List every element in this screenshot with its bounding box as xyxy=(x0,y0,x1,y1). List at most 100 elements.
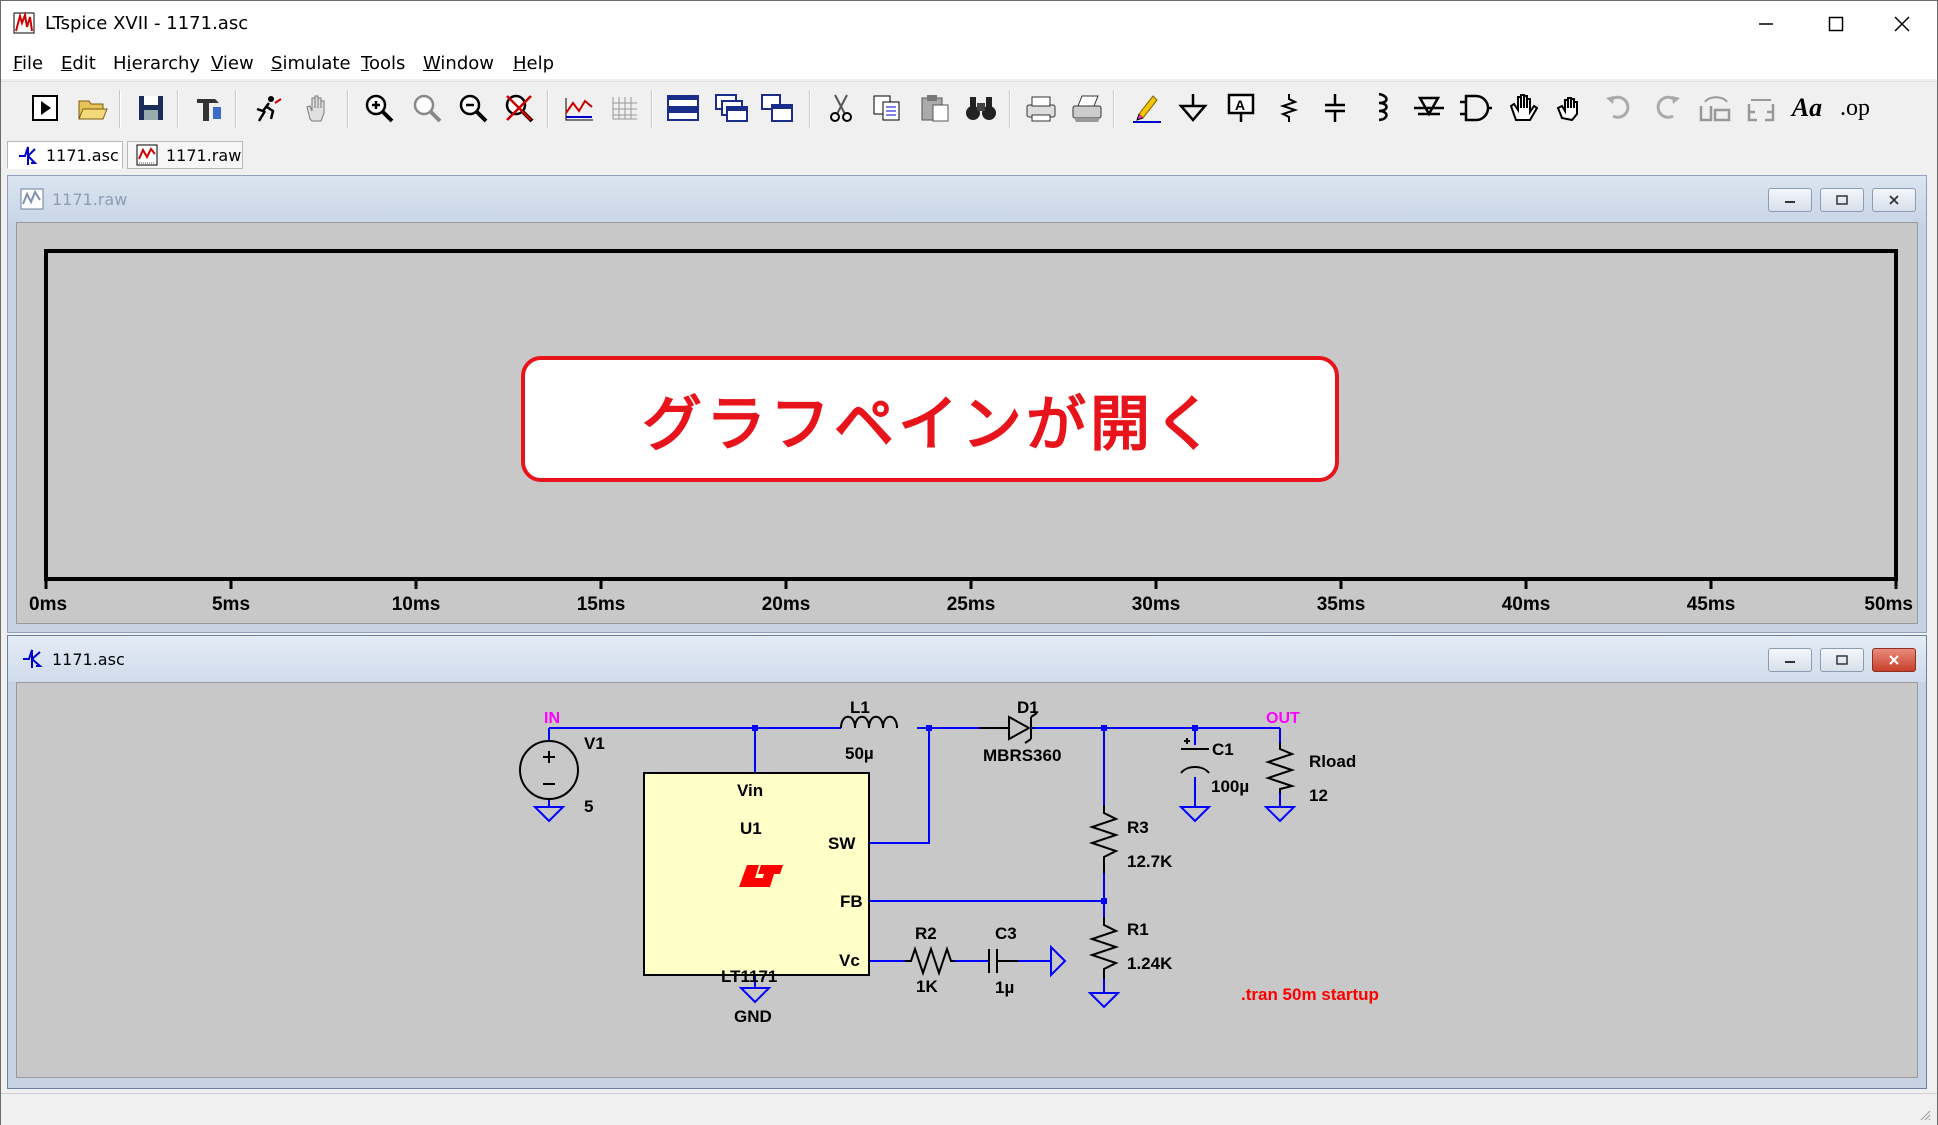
tile-horizontal-button[interactable] xyxy=(665,90,701,126)
mirror-icon xyxy=(1747,99,1775,122)
print-preview-icon xyxy=(1026,96,1056,122)
schematic-window-icon xyxy=(23,649,43,668)
callout-annotation: グラフペインが開く xyxy=(521,356,1339,482)
zoom-area-icon xyxy=(413,94,442,123)
drag-button[interactable] xyxy=(1553,90,1589,126)
l1-value: 50µ xyxy=(845,744,874,763)
diode-button[interactable] xyxy=(1411,90,1447,126)
component-button[interactable] xyxy=(1457,90,1493,126)
tab-waveform[interactable]: 1171.raw xyxy=(127,141,243,169)
waveform-window-title: 1171.raw xyxy=(52,190,128,209)
maximize-icon xyxy=(1828,16,1844,32)
halt-button[interactable] xyxy=(249,90,285,126)
save-icon xyxy=(139,96,163,120)
rload-label: Rload xyxy=(1309,752,1356,771)
x-tick-label: 35ms xyxy=(1317,594,1366,615)
resize-grip-icon[interactable] xyxy=(1919,1109,1931,1121)
find-button[interactable] xyxy=(963,90,999,126)
menu-hierarchy[interactable]: Hierarchy xyxy=(113,53,200,74)
control-panel-button[interactable] xyxy=(191,90,227,126)
tab-schematic[interactable]: 1171.asc xyxy=(7,141,123,169)
text-button[interactable]: Aa xyxy=(1789,90,1825,126)
move-button[interactable] xyxy=(1505,90,1541,126)
paste-button[interactable] xyxy=(917,90,953,126)
save-button[interactable] xyxy=(133,90,169,126)
minimize-button[interactable] xyxy=(1731,1,1801,47)
resistor-button[interactable] xyxy=(1271,90,1307,126)
zoom-in-button[interactable] xyxy=(361,90,397,126)
u1-pin-vc: Vc xyxy=(839,951,860,970)
text-icon: Aa xyxy=(1791,93,1823,122)
u1-pin-gnd: GND xyxy=(734,1007,772,1026)
menu-view[interactable]: View xyxy=(211,53,254,74)
label-net-button[interactable]: A xyxy=(1223,90,1259,126)
u1-pin-fb: FB xyxy=(840,892,863,911)
waveform-close-button[interactable] xyxy=(1872,188,1916,212)
r3-label: R3 xyxy=(1127,818,1149,837)
spice-directive[interactable]: .tran 50m startup xyxy=(1241,985,1379,1004)
menu-simulate[interactable]: Simulate xyxy=(271,53,351,74)
inductor-icon xyxy=(1378,92,1388,122)
menu-file[interactable]: File xyxy=(13,53,43,74)
paste-icon xyxy=(921,95,949,122)
ground-button[interactable] xyxy=(1175,90,1211,126)
schematic-close-button[interactable] xyxy=(1872,648,1916,672)
schematic-window-title: 1171.asc xyxy=(52,650,125,669)
undo-button[interactable] xyxy=(1601,90,1637,126)
print-preview-button[interactable] xyxy=(1023,90,1059,126)
rload-value: 12 xyxy=(1309,786,1328,805)
schematic-minimize-button[interactable] xyxy=(1768,648,1812,672)
schematic-canvas[interactable]: IN OUT V1 5 L1 50µ D1 MBRS360 C1 100µ Rl… xyxy=(16,682,1918,1078)
menu-tools[interactable]: Tools xyxy=(361,53,405,74)
tile-vertical-button[interactable] xyxy=(759,90,795,126)
zoom-fit-button[interactable] xyxy=(501,90,537,126)
schematic-window: 1171.asc IN OUT V1 5 L1 50µ D1 MBRS360 C… xyxy=(7,635,1927,1089)
window-title: LTspice XVII - 1171.asc xyxy=(45,13,249,34)
zoom-area-button[interactable] xyxy=(409,90,445,126)
open-button[interactable] xyxy=(75,90,111,126)
capacitor-button[interactable] xyxy=(1317,90,1353,126)
x-tick-label: 30ms xyxy=(1132,594,1181,615)
autorange-button[interactable] xyxy=(561,90,597,126)
minimize-icon xyxy=(1759,23,1773,25)
zoom-out-button[interactable] xyxy=(455,90,491,126)
menu-help[interactable]: Help xyxy=(513,53,554,74)
run-button[interactable] xyxy=(27,90,63,126)
restore-icon xyxy=(1836,655,1848,665)
maximize-button[interactable] xyxy=(1801,1,1871,47)
menu-window[interactable]: Window xyxy=(423,53,494,74)
l1-label: L1 xyxy=(850,698,870,717)
c3-value: 1µ xyxy=(995,978,1014,997)
component-icon xyxy=(1460,94,1492,122)
rload-resistor xyxy=(1264,743,1296,793)
x-tick-label: 15ms xyxy=(577,594,626,615)
pan-button[interactable] xyxy=(299,90,335,126)
menu-edit[interactable]: Edit xyxy=(61,53,96,74)
inductor-button[interactable] xyxy=(1363,90,1399,126)
draw-wire-button[interactable] xyxy=(1129,90,1165,126)
ltspice-window: LTspice XVII - 1171.asc File Edit Hierar… xyxy=(0,0,1938,1125)
minimize-icon xyxy=(1785,201,1795,203)
print-button[interactable] xyxy=(1069,90,1105,126)
x-tick-label: 25ms xyxy=(947,594,996,615)
svg-text:A: A xyxy=(1235,97,1245,113)
net-label-out: OUT xyxy=(1266,710,1300,727)
schematic-restore-button[interactable] xyxy=(1820,648,1864,672)
pan-icon xyxy=(306,95,325,122)
copy-button[interactable] xyxy=(869,90,905,126)
waveform-minimize-button[interactable] xyxy=(1768,188,1812,212)
rotate-button[interactable] xyxy=(1697,90,1733,126)
net-label-in: IN xyxy=(544,710,560,727)
grid-button[interactable] xyxy=(607,90,643,126)
tab-strip: 1171.asc 1171.raw xyxy=(1,138,1937,172)
waveform-window-header: 1171.raw xyxy=(8,176,1926,222)
spice-directive-button[interactable]: .op xyxy=(1837,90,1873,126)
cut-button[interactable] xyxy=(823,90,859,126)
close-button[interactable] xyxy=(1867,1,1937,47)
x-tick-label: 20ms xyxy=(762,594,811,615)
r2-value: 1K xyxy=(916,977,938,996)
mirror-button[interactable] xyxy=(1743,90,1779,126)
redo-button[interactable] xyxy=(1649,90,1685,126)
waveform-restore-button[interactable] xyxy=(1820,188,1864,212)
cascade-button[interactable] xyxy=(713,90,749,126)
